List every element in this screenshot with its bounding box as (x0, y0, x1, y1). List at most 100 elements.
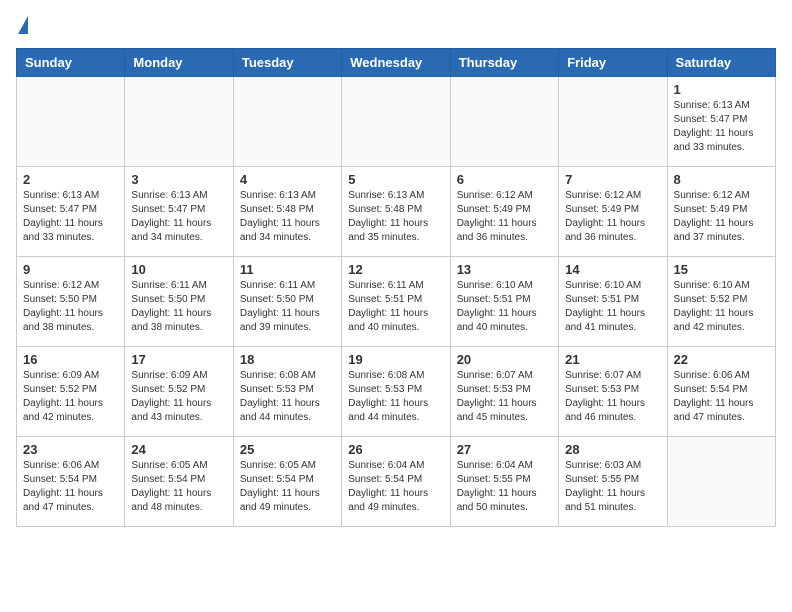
calendar-cell: 2Sunrise: 6:13 AM Sunset: 5:47 PM Daylig… (17, 167, 125, 257)
day-number: 21 (565, 352, 660, 367)
calendar-cell (233, 77, 341, 167)
calendar-cell: 23 Sunrise: 6:06 AM Sunset: 5:54 PM Dayli… (17, 437, 125, 527)
day-number: 1 (674, 82, 769, 97)
day-info: Sunrise: 6:09 AM Sunset: 5:52 PM Dayligh… (131, 369, 226, 425)
calendar-cell: 10 Sunrise: 6:11 AM Sunset: 5:50 PM Dayli… (125, 257, 233, 347)
calendar-cell: 4Sunrise: 6:13 AM Sunset: 5:48 PM Daylig… (233, 167, 341, 257)
calendar-cell: 24 Sunrise: 6:05 AM Sunset: 5:54 PM Dayli… (125, 437, 233, 527)
calendar-week-row: 9 Sunrise: 6:12 AM Sunset: 5:50 PM Daylig… (17, 257, 776, 347)
logo (16, 16, 28, 36)
day-info: Sunrise: 6:03 AM Sunset: 5:55 PM Dayligh… (565, 459, 660, 515)
calendar-cell (17, 77, 125, 167)
day-number: 14 (565, 262, 660, 277)
day-number: 22 (674, 352, 769, 367)
calendar-cell: 13 Sunrise: 6:10 AM Sunset: 5:51 PM Dayli… (450, 257, 558, 347)
calendar-cell: 3 Sunrise: 6:13 AM Sunset: 5:47 PM Daylig… (125, 167, 233, 257)
day-number: 6 (457, 172, 552, 187)
day-info: Sunrise: 6:08 AM Sunset: 5:53 PM Dayligh… (348, 369, 443, 425)
calendar-cell: 15 Sunrise: 6:10 AM Sunset: 5:52 PM Dayli… (667, 257, 775, 347)
logo-triangle-icon (18, 16, 28, 34)
day-info: Sunrise: 6:11 AM Sunset: 5:50 PM Dayligh… (240, 279, 335, 335)
day-number: 18 (240, 352, 335, 367)
day-number: 11 (240, 262, 335, 277)
calendar-cell: 8 Sunrise: 6:12 AM Sunset: 5:49 PM Daylig… (667, 167, 775, 257)
calendar-cell: 14 Sunrise: 6:10 AM Sunset: 5:51 PM Dayli… (559, 257, 667, 347)
calendar-cell: 19 Sunrise: 6:08 AM Sunset: 5:53 PM Dayli… (342, 347, 450, 437)
day-info: Sunrise: 6:13 AM Sunset: 5:48 PM Dayligh… (240, 189, 335, 245)
day-info: Sunrise: 6:04 AM Sunset: 5:55 PM Dayligh… (457, 459, 552, 515)
calendar-cell: 16 Sunrise: 6:09 AM Sunset: 5:52 PM Dayli… (17, 347, 125, 437)
weekday-header: Wednesday (342, 49, 450, 77)
day-info: Sunrise: 6:13 AM Sunset: 5:47 PM Dayligh… (674, 99, 769, 155)
weekday-header: Saturday (667, 49, 775, 77)
day-number: 3 (131, 172, 226, 187)
day-info: Sunrise: 6:13 AM Sunset: 5:48 PM Dayligh… (348, 189, 443, 245)
day-number: 9 (23, 262, 118, 277)
day-number: 15 (674, 262, 769, 277)
day-info: Sunrise: 6:09 AM Sunset: 5:52 PM Dayligh… (23, 369, 118, 425)
day-info: Sunrise: 6:06 AM Sunset: 5:54 PM Dayligh… (23, 459, 118, 515)
calendar-week-row: 1 Sunrise: 6:13 AM Sunset: 5:47 PM Daylig… (17, 77, 776, 167)
day-info: Sunrise: 6:07 AM Sunset: 5:53 PM Dayligh… (457, 369, 552, 425)
day-number: 27 (457, 442, 552, 457)
day-info: Sunrise: 6:07 AM Sunset: 5:53 PM Dayligh… (565, 369, 660, 425)
weekday-header: Thursday (450, 49, 558, 77)
calendar-week-row: 16 Sunrise: 6:09 AM Sunset: 5:52 PM Dayli… (17, 347, 776, 437)
calendar-cell: 17 Sunrise: 6:09 AM Sunset: 5:52 PM Dayli… (125, 347, 233, 437)
calendar-table: SundayMondayTuesdayWednesdayThursdayFrid… (16, 48, 776, 527)
weekday-header: Friday (559, 49, 667, 77)
day-number: 24 (131, 442, 226, 457)
day-number: 19 (348, 352, 443, 367)
calendar-cell: 21 Sunrise: 6:07 AM Sunset: 5:53 PM Dayli… (559, 347, 667, 437)
day-number: 23 (23, 442, 118, 457)
day-info: Sunrise: 6:10 AM Sunset: 5:51 PM Dayligh… (457, 279, 552, 335)
day-info: Sunrise: 6:11 AM Sunset: 5:51 PM Dayligh… (348, 279, 443, 335)
calendar-cell: 12 Sunrise: 6:11 AM Sunset: 5:51 PM Dayli… (342, 257, 450, 347)
day-info: Sunrise: 6:08 AM Sunset: 5:53 PM Dayligh… (240, 369, 335, 425)
calendar-cell: 1 Sunrise: 6:13 AM Sunset: 5:47 PM Daylig… (667, 77, 775, 167)
calendar-cell: 7 Sunrise: 6:12 AM Sunset: 5:49 PM Daylig… (559, 167, 667, 257)
calendar-cell: 27 Sunrise: 6:04 AM Sunset: 5:55 PM Dayli… (450, 437, 558, 527)
day-info: Sunrise: 6:12 AM Sunset: 5:49 PM Dayligh… (565, 189, 660, 245)
calendar-cell: 28 Sunrise: 6:03 AM Sunset: 5:55 PM Dayli… (559, 437, 667, 527)
day-info: Sunrise: 6:10 AM Sunset: 5:52 PM Dayligh… (674, 279, 769, 335)
day-number: 17 (131, 352, 226, 367)
day-number: 26 (348, 442, 443, 457)
day-info: Sunrise: 6:10 AM Sunset: 5:51 PM Dayligh… (565, 279, 660, 335)
day-number: 28 (565, 442, 660, 457)
day-info: Sunrise: 6:12 AM Sunset: 5:49 PM Dayligh… (457, 189, 552, 245)
day-number: 12 (348, 262, 443, 277)
calendar-week-row: 2Sunrise: 6:13 AM Sunset: 5:47 PM Daylig… (17, 167, 776, 257)
day-number: 7 (565, 172, 660, 187)
calendar-cell (125, 77, 233, 167)
day-info: Sunrise: 6:06 AM Sunset: 5:54 PM Dayligh… (674, 369, 769, 425)
calendar-cell: 22 Sunrise: 6:06 AM Sunset: 5:54 PM Dayli… (667, 347, 775, 437)
calendar-cell: 25 Sunrise: 6:05 AM Sunset: 5:54 PM Dayli… (233, 437, 341, 527)
day-info: Sunrise: 6:13 AM Sunset: 5:47 PM Dayligh… (23, 189, 118, 245)
calendar-cell (559, 77, 667, 167)
calendar-cell: 18 Sunrise: 6:08 AM Sunset: 5:53 PM Dayli… (233, 347, 341, 437)
weekday-header: Sunday (17, 49, 125, 77)
day-info: Sunrise: 6:05 AM Sunset: 5:54 PM Dayligh… (240, 459, 335, 515)
day-info: Sunrise: 6:05 AM Sunset: 5:54 PM Dayligh… (131, 459, 226, 515)
day-number: 25 (240, 442, 335, 457)
day-number: 10 (131, 262, 226, 277)
calendar-cell (342, 77, 450, 167)
day-number: 8 (674, 172, 769, 187)
day-number: 20 (457, 352, 552, 367)
weekday-header: Tuesday (233, 49, 341, 77)
day-number: 13 (457, 262, 552, 277)
calendar-cell: 9 Sunrise: 6:12 AM Sunset: 5:50 PM Daylig… (17, 257, 125, 347)
day-info: Sunrise: 6:04 AM Sunset: 5:54 PM Dayligh… (348, 459, 443, 515)
day-number: 16 (23, 352, 118, 367)
calendar-cell (667, 437, 775, 527)
calendar-cell: 5Sunrise: 6:13 AM Sunset: 5:48 PM Daylig… (342, 167, 450, 257)
day-info: Sunrise: 6:13 AM Sunset: 5:47 PM Dayligh… (131, 189, 226, 245)
day-info: Sunrise: 6:12 AM Sunset: 5:50 PM Dayligh… (23, 279, 118, 335)
calendar-cell: 20 Sunrise: 6:07 AM Sunset: 5:53 PM Dayli… (450, 347, 558, 437)
day-info: Sunrise: 6:12 AM Sunset: 5:49 PM Dayligh… (674, 189, 769, 245)
page-header (16, 16, 776, 36)
calendar-week-row: 23 Sunrise: 6:06 AM Sunset: 5:54 PM Dayli… (17, 437, 776, 527)
calendar-cell: 26 Sunrise: 6:04 AM Sunset: 5:54 PM Dayli… (342, 437, 450, 527)
day-info: Sunrise: 6:11 AM Sunset: 5:50 PM Dayligh… (131, 279, 226, 335)
